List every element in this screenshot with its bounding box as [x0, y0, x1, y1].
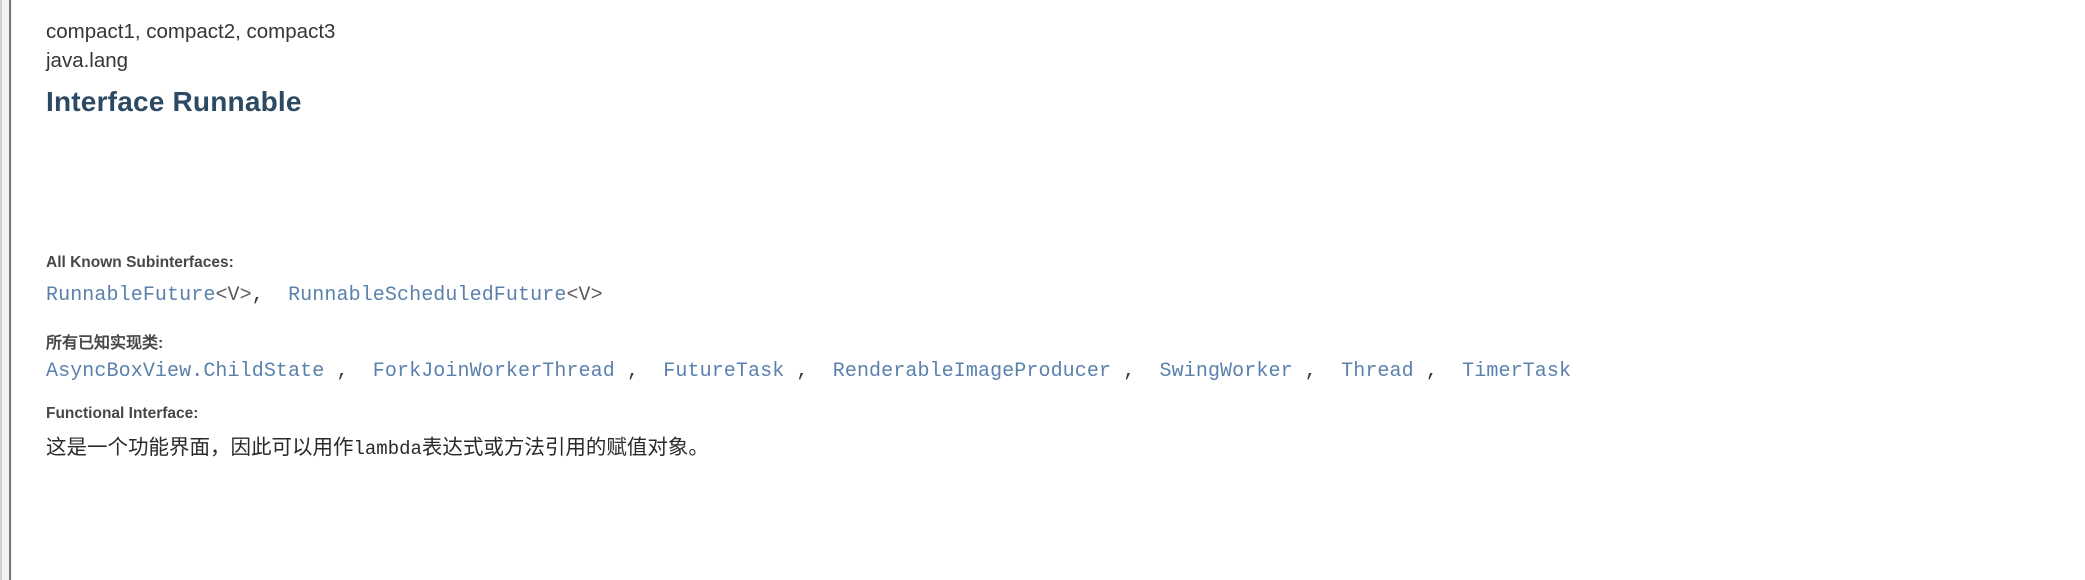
list-separator: ,	[1304, 360, 1317, 383]
all-known-implementing-classes-label: 所有已知实现类:	[46, 335, 164, 352]
list-separator: ,	[796, 360, 809, 383]
functional-interface-description: 这是一个功能界面，因此可以用作lambda表达式或方法引用的赋值对象。	[46, 434, 709, 463]
gutter-light-edge	[0, 0, 2, 580]
link-asyncboxview-childstate[interactable]: AsyncBoxView.ChildState	[46, 360, 324, 383]
link-runnable-scheduled-future[interactable]: RunnableScheduledFuture	[288, 284, 566, 307]
list-separator: ,	[626, 360, 640, 383]
generic-param-runnable-future: <V>	[215, 284, 252, 307]
functional-interface-label: Functional Interface:	[46, 405, 199, 422]
document-content: compact1, compact2, compact3 java.lang I…	[12, 0, 2085, 580]
link-timertask[interactable]: TimerTask	[1462, 360, 1571, 383]
link-thread[interactable]: Thread	[1341, 360, 1414, 383]
description-lambda-keyword: lambda	[353, 438, 422, 460]
description-suffix: 表达式或方法引用的赋值对象。	[421, 436, 709, 459]
profiles-line: compact1, compact2, compact3	[46, 20, 336, 43]
list-separator: ,	[1123, 360, 1136, 383]
link-futuretask[interactable]: FutureTask	[663, 360, 784, 383]
list-separator: ,	[251, 284, 264, 307]
gutter-dark-edge	[9, 0, 11, 580]
document-subtitle-block: compact1, compact2, compact3 java.lang	[46, 17, 335, 75]
link-runnable-future[interactable]: RunnableFuture	[46, 284, 215, 307]
javadoc-page: compact1, compact2, compact3 java.lang I…	[0, 0, 2085, 580]
link-renderableimageproducer[interactable]: RenderableImageProducer	[833, 360, 1111, 383]
package-line: java.lang	[46, 49, 129, 72]
window-left-gutter	[0, 0, 12, 580]
description-prefix: 这是一个功能界面，因此可以用作	[46, 436, 354, 459]
list-separator: ,	[1425, 360, 1438, 383]
link-forkjoinworkerthread[interactable]: ForkJoinWorkerThread	[373, 360, 615, 383]
page-title: Interface Runnable	[46, 86, 302, 117]
generic-param-runnable-scheduled-future: <V>	[566, 284, 603, 307]
all-known-subinterfaces-list: RunnableFuture<V>, RunnableScheduledFutu…	[46, 284, 603, 307]
all-known-implementing-classes-list: AsyncBoxView.ChildState , ForkJoinWorker…	[46, 360, 1571, 383]
all-known-subinterfaces-label: All Known Subinterfaces:	[46, 254, 234, 271]
list-separator: ,	[336, 360, 349, 383]
link-swingworker[interactable]: SwingWorker	[1160, 360, 1293, 383]
